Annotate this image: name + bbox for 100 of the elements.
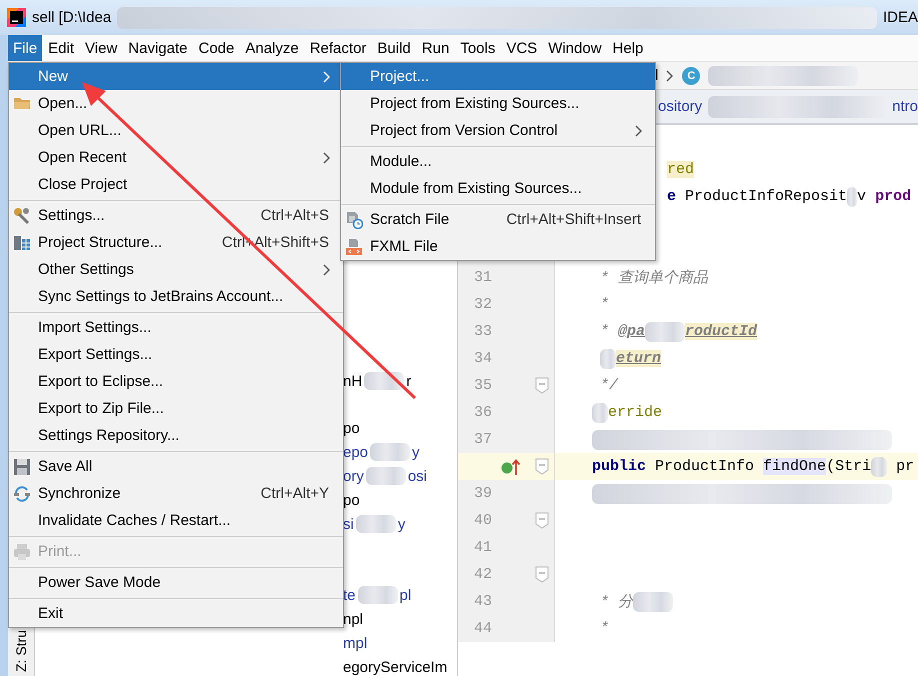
menu-bar-item[interactable]: File bbox=[8, 35, 42, 61]
fold-icon[interactable] bbox=[535, 377, 549, 394]
document-clock-icon bbox=[345, 211, 363, 229]
menu-item[interactable]: Project from Version Control bbox=[341, 117, 655, 144]
line-number: 37 bbox=[472, 431, 492, 448]
menu-bar-item[interactable]: Build bbox=[372, 35, 416, 61]
code-text: v bbox=[857, 188, 868, 205]
tree-item-text[interactable]: ory bbox=[343, 468, 364, 484]
menu-item[interactable]: Project from Existing Sources... bbox=[341, 90, 655, 117]
menu-bar-item[interactable]: Edit bbox=[43, 35, 80, 61]
menu-item[interactable]: Open Recent bbox=[9, 144, 343, 171]
code-text: eturn bbox=[616, 350, 662, 367]
menu-bar-item[interactable]: VCS bbox=[501, 35, 542, 61]
menu-bar-item[interactable]: Run bbox=[416, 35, 454, 61]
line-number: 31 bbox=[472, 269, 492, 286]
code-text: */ bbox=[600, 377, 618, 394]
tree-item-text[interactable]: y bbox=[412, 444, 420, 460]
blur-patch bbox=[592, 402, 608, 422]
menu-bar-item[interactable]: Analyze bbox=[240, 35, 304, 61]
blur-patch bbox=[358, 586, 398, 604]
blur-patch bbox=[364, 372, 404, 390]
tree-item-text[interactable]: egoryServiceIm bbox=[343, 658, 448, 676]
tree-item-text[interactable]: pl bbox=[400, 586, 412, 604]
menu-item[interactable]: Export to Eclipse... bbox=[9, 368, 343, 395]
menu-item[interactable]: Settings... Ctrl+Alt+S bbox=[9, 202, 343, 229]
menu-bar-item[interactable]: View bbox=[80, 35, 122, 61]
tree-item-text[interactable]: npl bbox=[343, 610, 364, 628]
tree-item-text[interactable]: epo bbox=[343, 444, 368, 460]
menu-item[interactable]: Invalidate Caches / Restart... bbox=[9, 507, 343, 534]
fold-icon[interactable] bbox=[535, 566, 549, 583]
editor-tab[interactable]: ository bbox=[658, 98, 702, 115]
menu-item[interactable]: Settings Repository... bbox=[9, 422, 343, 449]
editor-tab[interactable]: ntro bbox=[892, 98, 918, 115]
line-number: 41 bbox=[472, 539, 492, 556]
menu-bar-item[interactable]: Code bbox=[193, 35, 240, 61]
menu-item[interactable]: Module from Existing Sources... bbox=[341, 175, 655, 202]
tree-item-text[interactable]: r bbox=[406, 372, 412, 390]
markup-file-icon bbox=[345, 238, 363, 256]
tree-item-text[interactable]: mpl bbox=[343, 634, 368, 652]
implementation-marker-icon bbox=[501, 458, 521, 476]
line-number: 44 bbox=[472, 620, 492, 637]
tree-item-text[interactable]: osi bbox=[408, 468, 428, 484]
line-number: 33 bbox=[472, 323, 492, 340]
menu-item[interactable]: Export to Zip File... bbox=[9, 395, 343, 422]
menu-bar-item[interactable]: Tools bbox=[455, 35, 500, 61]
chevron-icon bbox=[666, 70, 674, 82]
tree-item-text[interactable]: si bbox=[343, 516, 354, 532]
menu-bar-item[interactable]: Window bbox=[543, 35, 607, 61]
menu-item[interactable]: Scratch File Ctrl+Alt+Shift+Insert bbox=[341, 206, 655, 233]
tree-item-text[interactable]: nH bbox=[343, 372, 362, 390]
menu-item[interactable]: Exit bbox=[9, 600, 343, 627]
fold-icon[interactable] bbox=[535, 458, 549, 475]
blur-patch bbox=[356, 515, 396, 533]
menu-item[interactable]: Other Settings bbox=[9, 256, 343, 283]
menu-item[interactable]: Import Settings... bbox=[9, 314, 343, 341]
folder-icon bbox=[13, 95, 31, 111]
tree-item-text[interactable]: y bbox=[398, 516, 406, 532]
code-text: erride bbox=[608, 404, 662, 421]
menu-item[interactable]: New bbox=[9, 63, 343, 90]
blur-patch bbox=[366, 467, 406, 485]
tree-item-text[interactable]: po bbox=[343, 492, 360, 508]
code-text: * 查询单个商品 bbox=[600, 268, 708, 287]
code-text: pr bbox=[895, 458, 914, 475]
code-text: * bbox=[600, 620, 610, 637]
wrench-icon bbox=[13, 207, 31, 225]
line-number: 34 bbox=[472, 350, 492, 367]
blur-patch bbox=[370, 443, 410, 461]
menu-bar-item[interactable]: Refactor bbox=[304, 35, 372, 61]
menu-item[interactable]: Sync Settings to JetBrains Account... bbox=[9, 283, 343, 310]
printer-icon bbox=[13, 543, 31, 561]
blur-patch bbox=[633, 592, 674, 612]
menu-item[interactable]: Module... bbox=[341, 148, 655, 175]
line-number: 42 bbox=[472, 566, 492, 583]
code-text: findOne bbox=[763, 458, 826, 475]
tool-window-button[interactable]: Z: Stru bbox=[13, 630, 29, 672]
menu-item[interactable]: Open... bbox=[9, 90, 343, 117]
menu-bar-item[interactable]: Help bbox=[608, 35, 648, 61]
menu-item[interactable]: Close Project bbox=[9, 171, 343, 198]
code-text: prod bbox=[875, 188, 912, 205]
fold-icon[interactable] bbox=[535, 512, 549, 529]
menu-item[interactable]: FXML File bbox=[341, 233, 655, 260]
menu-item[interactable]: Open URL... bbox=[9, 117, 343, 144]
code-text: * 分 bbox=[600, 593, 634, 611]
blur-patch bbox=[847, 186, 858, 206]
menu-item[interactable]: Synchronize Ctrl+Alt+Y bbox=[9, 480, 343, 507]
menu-item[interactable]: Export Settings... bbox=[9, 341, 343, 368]
breadcrumb-text[interactable]: l bbox=[655, 67, 658, 84]
code-text: red bbox=[667, 161, 694, 178]
menu-item[interactable]: Power Save Mode bbox=[9, 569, 343, 596]
grid-icon bbox=[13, 234, 31, 252]
code-text: (Stri bbox=[826, 458, 872, 475]
menu-bar-item[interactable]: Navigate bbox=[123, 35, 192, 61]
code-text: @pa bbox=[618, 323, 646, 340]
tree-item-text[interactable]: po bbox=[343, 420, 360, 436]
line-number: 35 bbox=[472, 377, 492, 394]
code-text: public bbox=[592, 458, 646, 475]
tree-item-text[interactable]: te bbox=[343, 586, 356, 604]
line-number: 36 bbox=[472, 404, 492, 421]
menu-item[interactable]: Project... bbox=[341, 63, 655, 90]
menu-item[interactable]: Save All bbox=[9, 453, 343, 480]
